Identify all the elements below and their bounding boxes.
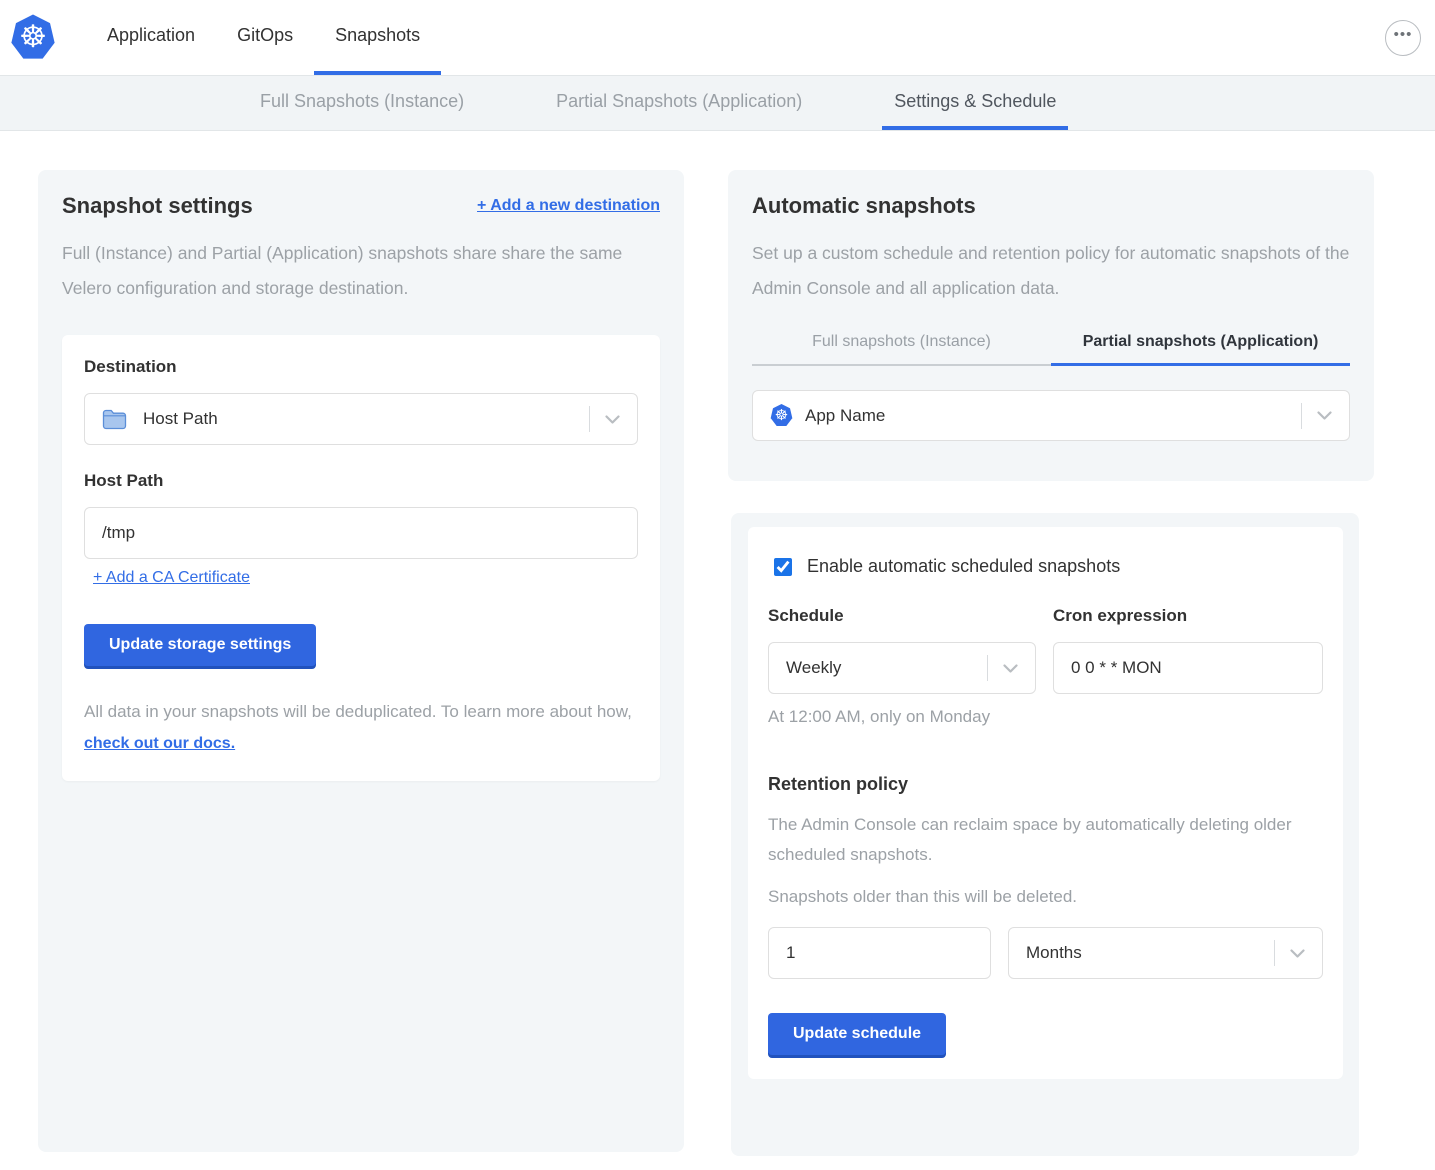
chevron-down-icon <box>1317 411 1332 420</box>
left-column: Snapshot settings + Add a new destinatio… <box>38 170 684 1156</box>
retention-count-input[interactable] <box>768 927 991 979</box>
update-storage-settings-button[interactable]: Update storage settings <box>84 624 316 666</box>
chevron-down-icon <box>1003 664 1018 673</box>
retention-unit-select[interactable]: Months <box>1008 927 1323 979</box>
schedule-card: Enable automatic scheduled snapshots Sch… <box>731 513 1359 1156</box>
kubernetes-logo-icon: ☸ <box>10 14 56 62</box>
schedule-panel: Enable automatic scheduled snapshots Sch… <box>748 527 1343 1079</box>
snapshot-settings-title: Snapshot settings <box>62 193 253 219</box>
add-ca-certificate-link[interactable]: + Add a CA Certificate <box>93 569 250 586</box>
destination-select[interactable]: Host Path <box>84 393 638 445</box>
automatic-snapshots-title: Automatic snapshots <box>752 193 1350 219</box>
add-new-destination-link[interactable]: + Add a new destination <box>477 197 660 215</box>
chevron-down-icon <box>1290 949 1305 958</box>
overflow-menu-button[interactable]: ••• <box>1385 20 1421 56</box>
snapshot-type-tabs: Full snapshots (Instance) Partial snapsh… <box>752 333 1350 366</box>
select-divider <box>589 406 590 432</box>
ca-certificate-row: + Add a CA Certificate <box>93 569 638 587</box>
schedule-fields: Schedule Weekly At 12:00 AM, only on Mon… <box>768 606 1323 727</box>
update-schedule-button[interactable]: Update schedule <box>768 1013 946 1055</box>
snapshot-settings-header: Snapshot settings + Add a new destinatio… <box>62 193 660 219</box>
main-content: Snapshot settings + Add a new destinatio… <box>0 131 1435 1170</box>
chevron-down-icon <box>605 415 620 424</box>
enable-snapshots-checkbox[interactable] <box>774 558 792 576</box>
ellipsis-icon: ••• <box>1394 26 1413 43</box>
cron-readable-help: At 12:00 AM, only on Monday <box>768 707 1036 727</box>
right-column: Automatic snapshots Set up a custom sche… <box>728 170 1374 1156</box>
automatic-snapshots-description: Set up a custom schedule and retention p… <box>752 236 1350 306</box>
app-select[interactable]: ☸ App Name <box>752 390 1350 441</box>
retention-help: Snapshots older than this will be delete… <box>768 887 1323 907</box>
tab-partial-snapshots[interactable]: Partial snapshots (Application) <box>1051 333 1350 366</box>
schedule-interval-select[interactable]: Weekly <box>768 642 1036 694</box>
cron-expression-input[interactable] <box>1053 642 1323 694</box>
kubernetes-wheel-icon: ☸ <box>775 408 788 423</box>
enable-snapshots-row: Enable automatic scheduled snapshots <box>774 556 1323 577</box>
automatic-snapshots-card: Automatic snapshots Set up a custom sche… <box>728 170 1374 481</box>
mini-tab-label: Full snapshots (Instance) <box>812 333 991 350</box>
dedup-note-text: All data in your snapshots will be dedup… <box>84 702 632 721</box>
nav-item-snapshots[interactable]: Snapshots <box>314 0 441 75</box>
app-select-value: App Name <box>805 406 885 426</box>
select-divider <box>987 655 988 681</box>
storage-settings-panel: Destination Host Path Host Path <box>62 335 660 781</box>
snapshot-settings-description: Full (Instance) and Partial (Application… <box>62 236 660 306</box>
retention-policy-description: The Admin Console can reclaim space by a… <box>768 810 1323 870</box>
tab-settings-schedule[interactable]: Settings & Schedule <box>882 76 1068 130</box>
nav-item-label: Snapshots <box>335 25 420 46</box>
app-kubernetes-icon: ☸ <box>770 404 793 428</box>
destination-label: Destination <box>84 357 638 377</box>
enable-snapshots-label[interactable]: Enable automatic scheduled snapshots <box>807 556 1120 577</box>
subnav-tab-label: Settings & Schedule <box>894 91 1056 112</box>
schedule-label: Schedule <box>768 606 1036 626</box>
top-navigation: ☸ Application GitOps Snapshots ••• <box>0 0 1435 75</box>
docs-link[interactable]: check out our docs. <box>84 735 235 752</box>
snapshots-settings-page: ☸ Application GitOps Snapshots ••• Full … <box>0 0 1435 1170</box>
cron-field: Cron expression <box>1053 606 1323 727</box>
nav-item-application[interactable]: Application <box>86 0 216 75</box>
select-divider <box>1274 940 1275 966</box>
tab-partial-snapshots-application[interactable]: Partial Snapshots (Application) <box>544 76 814 130</box>
mini-tab-label: Partial snapshots (Application) <box>1083 333 1319 350</box>
app-logo[interactable]: ☸ <box>10 0 56 75</box>
folder-icon <box>102 409 127 430</box>
schedule-interval-value: Weekly <box>786 658 841 678</box>
nav-item-gitops[interactable]: GitOps <box>216 0 314 75</box>
nav-item-label: Application <box>107 25 195 46</box>
tab-full-snapshots-instance[interactable]: Full Snapshots (Instance) <box>248 76 476 130</box>
subnav-tab-label: Full Snapshots (Instance) <box>260 91 464 112</box>
destination-value: Host Path <box>143 409 218 429</box>
nav-right-actions: ••• <box>1385 0 1435 75</box>
retention-fields: Months <box>768 927 1323 979</box>
cron-expression-label: Cron expression <box>1053 606 1323 626</box>
tab-full-snapshots[interactable]: Full snapshots (Instance) <box>752 333 1051 366</box>
kubernetes-wheel-icon: ☸ <box>19 21 47 52</box>
dedup-note: All data in your snapshots will be dedup… <box>84 696 638 759</box>
retention-policy-title: Retention policy <box>768 774 1323 795</box>
retention-unit-value: Months <box>1026 943 1082 963</box>
snapshot-settings-card: Snapshot settings + Add a new destinatio… <box>38 170 684 1152</box>
snapshots-subnav: Full Snapshots (Instance) Partial Snapsh… <box>0 75 1435 131</box>
subnav-tab-label: Partial Snapshots (Application) <box>556 91 802 112</box>
nav-item-label: GitOps <box>237 25 293 46</box>
schedule-field: Schedule Weekly At 12:00 AM, only on Mon… <box>768 606 1036 727</box>
host-path-label: Host Path <box>84 471 638 491</box>
select-divider <box>1301 403 1302 429</box>
host-path-input[interactable] <box>84 507 638 559</box>
